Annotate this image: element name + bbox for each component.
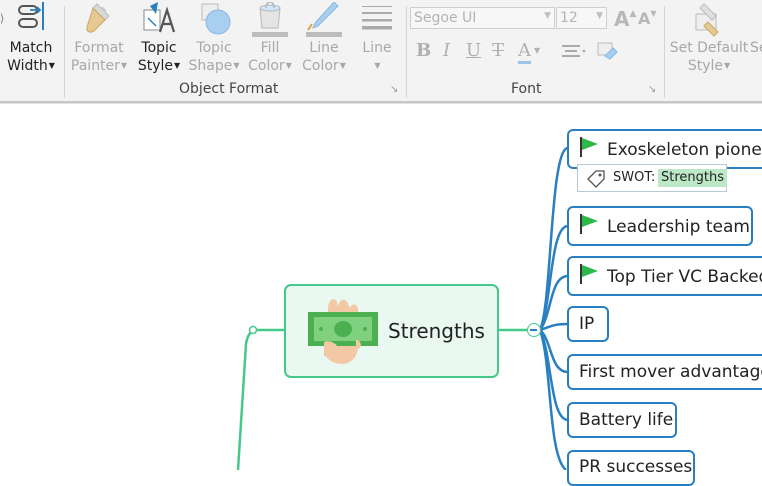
tag-value: Strengths (658, 169, 728, 187)
subtopic-leadership-team[interactable]: Leadership team (567, 206, 753, 246)
font-color-button[interactable]: A ▼ (518, 40, 540, 64)
match-width-label-2: Width (7, 58, 48, 74)
topic-shape-icon (201, 3, 231, 35)
font-color-icon: A (518, 40, 531, 64)
pen-icon (306, 2, 342, 37)
match-width-button[interactable]: Match Width▼ (4, 2, 58, 75)
topic-style-label-2: Style (137, 58, 173, 74)
line-color-label-2: Color (302, 58, 339, 74)
chevron-down-icon[interactable]: ▼ (544, 11, 551, 21)
topic-style-label-1: Topic (141, 40, 177, 56)
chevron-down-icon[interactable]: ▼ (596, 11, 603, 21)
dialog-launcher-icon[interactable]: ↘ (390, 84, 398, 95)
green-flag-icon (580, 264, 598, 284)
paint-brush-icon (86, 3, 110, 33)
subtopic-label: Battery life (579, 410, 674, 430)
chevron-down-icon: ▼ (233, 61, 240, 70)
subtopic-label: First mover advantage (579, 362, 762, 382)
collapse-branch-button[interactable] (527, 323, 541, 337)
subtopic-label: Leadership team (607, 217, 750, 237)
format-painter-label-1: Format (74, 40, 124, 56)
minus-icon (530, 329, 537, 331)
fill-color-label-1: Fill (260, 40, 280, 56)
group-launcher-left: ⟩ (0, 12, 5, 25)
match-width-icon (18, 2, 44, 30)
chevron-down-icon: ▼ (285, 61, 292, 70)
italic-button[interactable]: I (443, 40, 450, 61)
separator (406, 6, 407, 98)
set-default-style-icon (695, 3, 719, 37)
format-painter-button[interactable]: Format Painter▼ (70, 2, 128, 75)
chevron-down-icon: ▼ (339, 61, 346, 70)
fill-color-label-2: Color (248, 58, 285, 74)
chevron-down-icon: ▼ (724, 61, 731, 70)
subtopic-label: IP (579, 314, 595, 334)
grow-font-button[interactable]: A▲ (614, 7, 636, 31)
set-default-style-button[interactable]: Set Default Style▼ (668, 2, 750, 75)
chevron-down-icon: ▼ (374, 61, 381, 70)
font-size-value: 12 (560, 10, 578, 26)
subtopic-exoskeleton[interactable]: Exoskeleton pionee (567, 129, 762, 169)
match-width-label-1: Match (9, 40, 53, 56)
next-ribbon-button-partial[interactable]: Se (750, 40, 762, 57)
map-canvas[interactable]: Strengths Exoskeleton pionee SWOT: Stren… (0, 104, 762, 486)
central-topic-label: Strengths (388, 319, 485, 343)
subtopic-pr-successes[interactable]: PR successes (567, 450, 695, 486)
line-style-label: Line (362, 40, 392, 56)
tag-key: SWOT: (613, 170, 656, 185)
subtopic-ip[interactable]: IP (567, 306, 609, 342)
subtopic-label: PR successes (579, 457, 693, 477)
clear-format-icon (597, 42, 618, 60)
separator (64, 6, 65, 98)
money-hand-icon (308, 299, 378, 364)
font-name-value: Segoe UI (414, 10, 477, 26)
topic-shape-button[interactable]: Topic Shape▼ (188, 2, 240, 75)
bold-button[interactable]: B (416, 40, 431, 61)
align-center-icon (562, 45, 586, 57)
format-painter-label-2: Painter (70, 58, 120, 74)
swot-tag[interactable]: SWOT: Strengths (577, 164, 728, 192)
subtopic-first-mover[interactable]: First mover advantage (567, 354, 762, 390)
clear-format-button[interactable] (596, 40, 618, 67)
line-color-button[interactable]: Line Color▼ (298, 2, 350, 75)
paint-bucket-icon (252, 2, 288, 37)
topic-shape-label-1: Topic (196, 40, 232, 56)
shrink-font-icon: A (638, 9, 651, 28)
green-flag-icon (580, 214, 598, 234)
set-default-style-label-2: Style (687, 58, 723, 74)
strikethrough-button[interactable]: T (492, 40, 504, 61)
chevron-down-icon: ▼ (174, 61, 181, 70)
font-size-combo[interactable]: 12 ▼ (556, 7, 607, 29)
subtopic-label: Top Tier VC Backed (607, 267, 762, 287)
grow-font-icon: A (614, 7, 630, 31)
chevron-down-icon: ▼ (48, 61, 55, 70)
line-color-label-1: Line (309, 40, 339, 56)
topic-shape-label-2: Shape (188, 58, 233, 74)
group-label-font: Font (511, 81, 542, 97)
align-button[interactable] (560, 42, 588, 67)
group-label-object-format: Object Format (179, 81, 279, 97)
line-weights-icon (362, 6, 392, 30)
topic-style-button[interactable]: Topic Style▼ (133, 2, 185, 75)
tag-icon (587, 170, 605, 188)
separator (664, 6, 665, 98)
subtopic-top-tier-vc[interactable]: Top Tier VC Backed (567, 256, 762, 296)
central-topic-strengths[interactable]: Strengths (284, 284, 499, 378)
underline-button[interactable]: U (466, 40, 481, 61)
ribbon: Match Width▼ ⟩ Format Painter▼ Topic Sty… (0, 0, 762, 101)
line-style-button[interactable]: Line ▼ (354, 2, 400, 75)
shrink-font-button[interactable]: A▼ (638, 9, 657, 28)
dialog-launcher-icon[interactable]: ↘ (648, 84, 656, 95)
green-flag-icon (580, 137, 598, 157)
font-name-combo[interactable]: Segoe UI ▼ (410, 7, 555, 29)
topic-style-icon (143, 2, 176, 33)
subtopic-battery-life[interactable]: Battery life (567, 402, 677, 438)
fill-color-button[interactable]: Fill Color▼ (244, 2, 296, 75)
chevron-down-icon: ▼ (120, 61, 128, 70)
set-default-style-label-1: Set Default (669, 40, 749, 56)
subtopic-label: Exoskeleton pionee (607, 140, 762, 160)
